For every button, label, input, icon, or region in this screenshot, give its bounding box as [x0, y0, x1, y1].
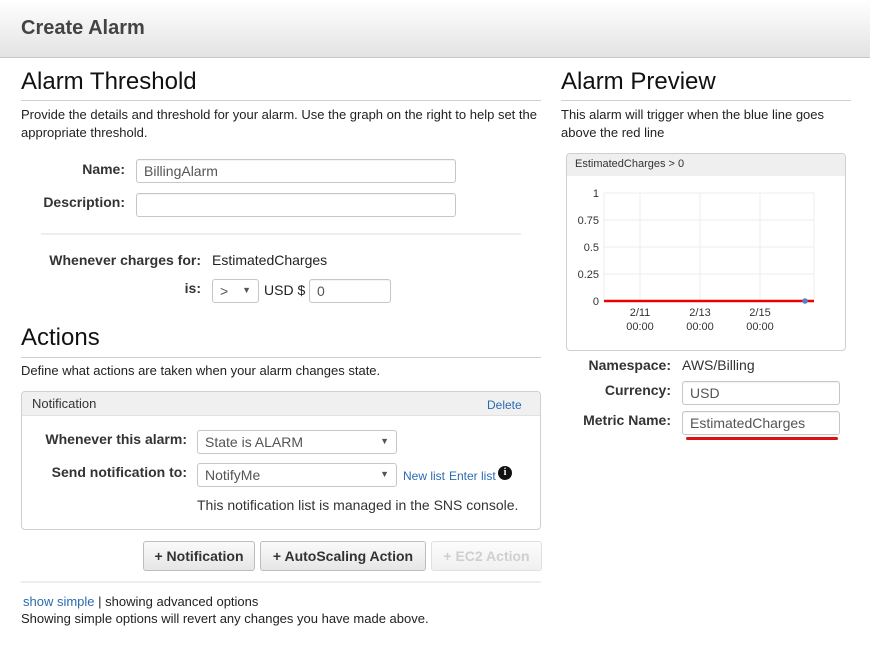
- x-tick-label-time: 00:00: [626, 321, 654, 333]
- new-list-link[interactable]: New list: [403, 467, 445, 485]
- namespace-value: AWS/Billing: [682, 357, 755, 373]
- chart-plot: 0 0.25 0.5 0.75 1 2/11 00:00 2/13 00:00 2/15 00:00: [578, 188, 815, 333]
- threshold-input[interactable]: [309, 279, 391, 303]
- topic-value: NotifyMe: [205, 467, 261, 483]
- metric-name-label: Metric Name:: [583, 412, 671, 428]
- revert-warning: Showing simple options will revert any c…: [21, 611, 429, 626]
- notification-panel-title: Notification: [32, 396, 97, 411]
- x-tick-label-date: 2/15: [749, 307, 770, 319]
- whenever-alarm-label: Whenever this alarm:: [45, 431, 187, 447]
- metric-data-point: [802, 298, 808, 304]
- notification-panel-header: Notification Delete: [22, 392, 540, 416]
- actions-description: Define what actions are taken when your …: [21, 363, 381, 378]
- section-divider: [21, 100, 541, 101]
- chevron-down-icon: ▼: [380, 469, 389, 479]
- alarm-state-value: State is ALARM: [205, 434, 304, 450]
- x-tick-label-time: 00:00: [746, 321, 774, 333]
- operator-select[interactable]: > ▼: [212, 279, 259, 303]
- delete-link[interactable]: Delete: [487, 396, 522, 414]
- y-tick-label: 0: [593, 296, 599, 308]
- chevron-down-icon: ▼: [242, 285, 251, 295]
- x-tick-label-date: 2/11: [630, 307, 651, 319]
- enter-list-link[interactable]: Enter list: [449, 467, 496, 485]
- currency-prefix: USD $: [264, 282, 306, 298]
- currency-label: Currency:: [604, 382, 671, 398]
- info-icon[interactable]: i: [498, 466, 512, 480]
- section-divider: [21, 357, 541, 358]
- whenever-charges-label: Whenever charges for:: [49, 252, 201, 268]
- operator-value: >: [220, 283, 229, 299]
- y-tick-label: 0.5: [584, 242, 599, 254]
- send-notification-label: Send notification to:: [51, 464, 187, 480]
- section-divider: [561, 100, 851, 101]
- actions-heading: Actions: [21, 324, 100, 351]
- show-simple-link[interactable]: show simple: [23, 594, 95, 609]
- alarm-state-select[interactable]: State is ALARM ▼: [197, 430, 397, 454]
- form-divider: [41, 233, 521, 235]
- metric-name-input[interactable]: [682, 411, 840, 435]
- description-input[interactable]: [136, 193, 456, 217]
- chevron-down-icon: ▼: [380, 436, 389, 446]
- y-tick-label: 0.75: [578, 215, 599, 227]
- is-label: is:: [184, 280, 201, 296]
- separator: |: [98, 594, 102, 609]
- y-tick-label: 1: [593, 188, 599, 200]
- threshold-description: Provide the details and threshold for yo…: [21, 107, 537, 140]
- add-ec2-action-button: + EC2 Action: [431, 541, 542, 571]
- page-header: Create Alarm: [0, 0, 870, 58]
- alarm-preview-heading: Alarm Preview: [561, 68, 716, 95]
- preview-description: This alarm will trigger when the blue li…: [561, 107, 825, 140]
- sns-managed-text: This notification list is managed in the…: [197, 497, 519, 513]
- footer-divider: [21, 581, 541, 583]
- name-label: Name:: [82, 161, 125, 177]
- x-tick-label-date: 2/13: [689, 307, 710, 319]
- name-input[interactable]: [136, 159, 456, 183]
- namespace-label: Namespace:: [588, 357, 672, 373]
- notification-panel: Notification Delete Whenever this alarm:…: [21, 391, 541, 530]
- alarm-threshold-heading: Alarm Threshold: [21, 68, 197, 95]
- page-title: Create Alarm: [21, 17, 145, 39]
- advanced-options-text: showing advanced options: [105, 594, 259, 609]
- add-notification-button[interactable]: + Notification: [143, 541, 255, 571]
- add-autoscaling-action-button[interactable]: + AutoScaling Action: [260, 541, 426, 571]
- metric-name-highlight-underline: [686, 437, 838, 440]
- topic-select[interactable]: NotifyMe ▼: [197, 463, 397, 487]
- options-toggle: show simple | showing advanced options: [23, 593, 258, 611]
- metric-value: EstimatedCharges: [212, 252, 328, 268]
- currency-input[interactable]: [682, 381, 840, 405]
- alarm-preview-chart: EstimatedCharges > 0 0 0.25 0.5 0.75 1 2/11 00…: [566, 153, 846, 351]
- description-label: Description:: [43, 194, 125, 210]
- y-tick-label: 0.25: [578, 269, 599, 281]
- x-tick-label-time: 00:00: [686, 321, 714, 333]
